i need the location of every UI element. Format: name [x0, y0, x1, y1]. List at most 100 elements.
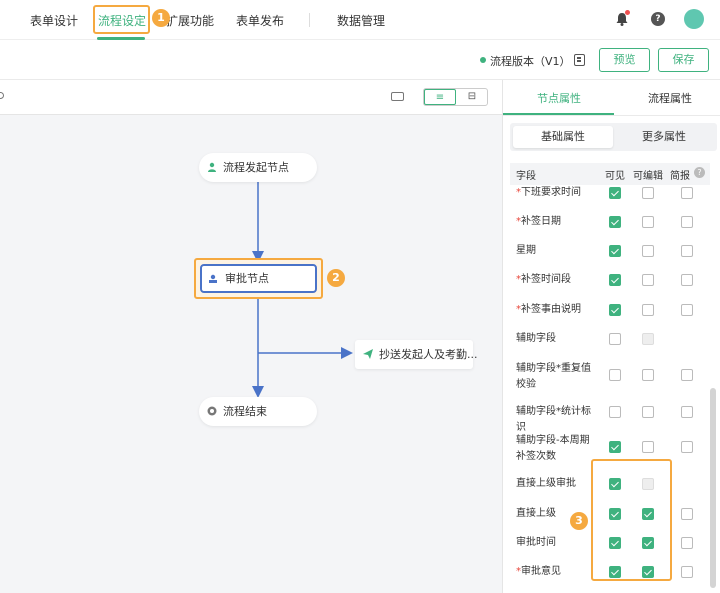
- header-editable: 可编辑: [633, 171, 663, 182]
- flow-node-cc[interactable]: 抄送发起人及考勤...: [355, 340, 478, 369]
- tab-flow-properties[interactable]: 流程属性: [648, 90, 692, 106]
- tab-baseline: [503, 115, 720, 116]
- header-visible: 可见: [605, 171, 625, 182]
- avatar[interactable]: [684, 9, 704, 29]
- brief-checkbox[interactable]: [681, 245, 693, 257]
- grid-view-icon[interactable]: ⊟: [456, 89, 488, 105]
- field-name: 直接上级: [516, 508, 556, 519]
- visible-checkbox[interactable]: [609, 274, 621, 286]
- field-row-label: *补签时间段: [516, 272, 598, 288]
- field-row-label: *补签日期: [516, 214, 598, 230]
- field-name: 辅助字段: [516, 333, 556, 344]
- editable-checkbox[interactable]: [642, 187, 654, 199]
- visible-checkbox[interactable]: [609, 245, 621, 257]
- brief-checkbox[interactable]: [681, 274, 693, 286]
- field-name: 审批时间: [516, 537, 556, 548]
- field-row-label: 辅助字段: [516, 331, 598, 347]
- field-row-label: *补签事由说明: [516, 302, 598, 318]
- callout-badge-3: 3: [570, 512, 588, 530]
- send-icon: [363, 349, 373, 359]
- node-label: 流程发起节点: [223, 161, 289, 174]
- brief-checkbox[interactable]: [681, 441, 693, 453]
- field-name: 下班要求时间: [521, 187, 581, 198]
- document-icon[interactable]: [574, 54, 585, 66]
- editable-checkbox: [642, 333, 654, 345]
- visible-checkbox[interactable]: [609, 441, 621, 453]
- editable-checkbox[interactable]: [642, 245, 654, 257]
- field-name: 辅助字段*重复值校验: [516, 363, 591, 390]
- field-name: 星期: [516, 245, 536, 256]
- tab-active-indicator: [503, 113, 614, 115]
- save-button[interactable]: 保存: [658, 48, 709, 72]
- nav-tab-form-design[interactable]: 表单设计: [30, 12, 78, 29]
- visible-checkbox[interactable]: [609, 187, 621, 199]
- help-icon[interactable]: ?: [651, 12, 665, 26]
- version-status-dot: [480, 57, 486, 63]
- field-row-label: *审批意见: [516, 564, 598, 580]
- list-view-icon[interactable]: ≡: [424, 89, 456, 105]
- user-icon: [208, 162, 216, 172]
- field-row-label: 辅助字段*重复值校验: [516, 361, 598, 393]
- brief-checkbox[interactable]: [681, 216, 693, 228]
- field-row-label: *下班要求时间: [516, 185, 598, 201]
- view-toggle: ≡ ⊟: [423, 88, 488, 106]
- brief-checkbox[interactable]: [681, 187, 693, 199]
- visible-checkbox[interactable]: [609, 304, 621, 316]
- field-row-label: 审批时间: [516, 535, 598, 551]
- field-name: 辅助字段-本周期补签次数: [516, 435, 590, 462]
- field-name: 补签时间段: [521, 274, 571, 285]
- flow-node-approve[interactable]: 审批节点: [200, 264, 317, 293]
- nav-tab-extensions[interactable]: 扩展功能: [166, 12, 214, 29]
- subtab-more[interactable]: 更多属性: [614, 126, 714, 148]
- editable-checkbox[interactable]: [642, 304, 654, 316]
- visible-checkbox[interactable]: [609, 333, 621, 345]
- keyboard-icon[interactable]: [391, 92, 404, 101]
- node-label: 流程结束: [223, 405, 267, 418]
- highlight-box-flow-tab: [93, 5, 150, 34]
- visible-checkbox[interactable]: [609, 216, 621, 228]
- editable-checkbox[interactable]: [642, 274, 654, 286]
- brief-checkbox[interactable]: [681, 537, 693, 549]
- preview-button[interactable]: 预览: [599, 48, 650, 72]
- nav-divider: [309, 13, 310, 27]
- flow-node-start[interactable]: 流程发起节点: [199, 153, 317, 182]
- info-icon[interactable]: ?: [694, 167, 705, 178]
- flow-node-end[interactable]: 流程结束: [199, 397, 317, 426]
- header-brief: 简报: [670, 171, 690, 182]
- stamp-icon: [209, 274, 217, 283]
- nav-tab-data-manage[interactable]: 数据管理: [337, 12, 385, 29]
- flow-version-label[interactable]: 流程版本（V1）: [490, 53, 571, 69]
- callout-badge-1: 1: [152, 9, 170, 27]
- brief-checkbox[interactable]: [681, 369, 693, 381]
- editable-checkbox[interactable]: [642, 369, 654, 381]
- field-row-label: 辅助字段*统计标识: [516, 404, 598, 436]
- field-name: 补签事由说明: [521, 304, 581, 315]
- stop-icon: [207, 406, 217, 416]
- field-name: 补签日期: [521, 216, 561, 227]
- brief-checkbox[interactable]: [681, 406, 693, 418]
- field-name: 审批意见: [521, 566, 561, 577]
- nav-tab-form-publish[interactable]: 表单发布: [236, 12, 284, 29]
- brief-checkbox[interactable]: [681, 304, 693, 316]
- tab-node-properties[interactable]: 节点属性: [537, 90, 581, 106]
- node-label: 审批节点: [225, 272, 269, 285]
- panel-scrollbar[interactable]: [710, 388, 716, 588]
- callout-badge-2: 2: [327, 269, 345, 287]
- field-row-label: 直接上级审批: [516, 476, 598, 492]
- visible-checkbox[interactable]: [609, 369, 621, 381]
- field-name: 直接上级审批: [516, 478, 576, 489]
- field-row-label: 星期: [516, 243, 598, 259]
- field-row-label: 辅助字段-本周期补签次数: [516, 433, 598, 465]
- node-label: 抄送发起人及考勤...: [379, 348, 478, 361]
- editable-checkbox[interactable]: [642, 406, 654, 418]
- visible-checkbox[interactable]: [609, 406, 621, 418]
- brief-checkbox[interactable]: [681, 566, 693, 578]
- editable-checkbox[interactable]: [642, 216, 654, 228]
- subtab-basic[interactable]: 基础属性: [513, 126, 613, 148]
- highlight-box-permissions: [591, 459, 672, 581]
- editable-checkbox[interactable]: [642, 441, 654, 453]
- header-field: 字段: [516, 171, 536, 182]
- brief-checkbox[interactable]: [681, 508, 693, 520]
- field-name: 辅助字段*统计标识: [516, 406, 591, 433]
- subtab-switch: 基础属性 更多属性: [510, 123, 717, 151]
